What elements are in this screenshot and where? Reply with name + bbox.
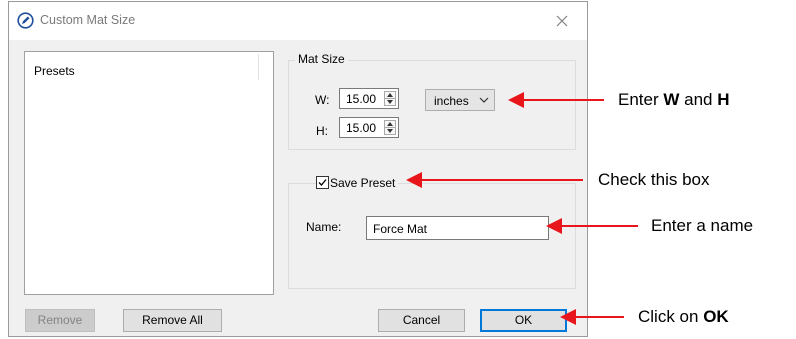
annotation-click-ok: Click on OK: [638, 307, 729, 326]
annotation-check-box: Check this box: [598, 170, 710, 189]
annotation-enter-w-h: Enter W and H: [618, 90, 730, 109]
annotation-enter-name: Enter a name: [651, 216, 754, 235]
